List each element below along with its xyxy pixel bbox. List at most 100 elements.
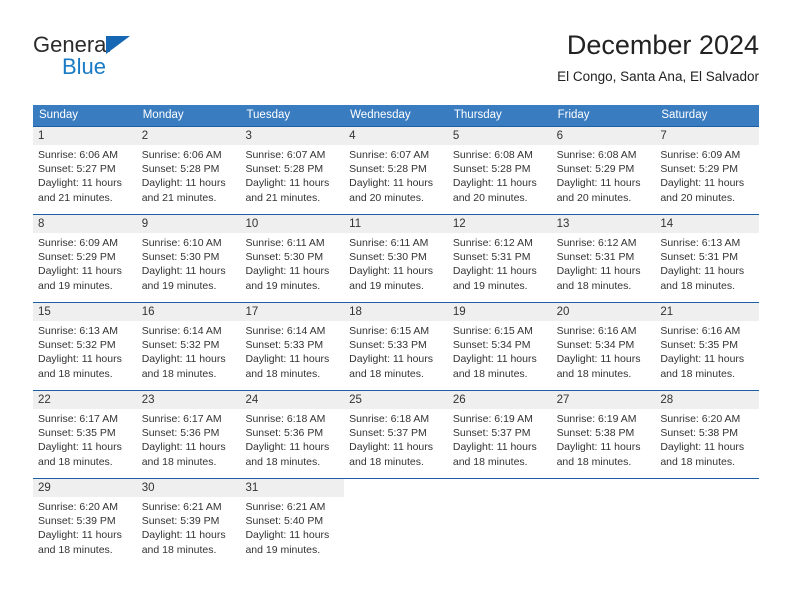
- daylight-text-line2: and 20 minutes.: [349, 191, 424, 204]
- day-details: Sunrise: 6:13 AM Sunset: 5:31 PM Dayligh…: [655, 233, 759, 293]
- day-number: 9: [136, 215, 241, 233]
- day-cell[interactable]: 20 Sunrise: 6:16 AM Sunset: 5:34 PM Dayl…: [551, 303, 656, 390]
- day-cell[interactable]: 7 Sunrise: 6:09 AM Sunset: 5:29 PM Dayli…: [655, 127, 760, 214]
- sunrise-text: Sunrise: 6:17 AM: [38, 413, 118, 425]
- day-details: Sunrise: 6:11 AM Sunset: 5:30 PM Dayligh…: [240, 233, 344, 293]
- sunset-text: Sunset: 5:39 PM: [38, 515, 116, 528]
- day-details: Sunrise: 6:18 AM Sunset: 5:36 PM Dayligh…: [240, 409, 344, 469]
- weekday-header-monday: Monday: [142, 109, 184, 121]
- day-cell[interactable]: 30 Sunrise: 6:21 AM Sunset: 5:39 PM Dayl…: [136, 479, 241, 566]
- daylight-text-line1: Daylight: 11 hours: [349, 177, 434, 190]
- daylight-text-line1: Daylight: 11 hours: [349, 265, 434, 278]
- day-cell[interactable]: 17 Sunrise: 6:14 AM Sunset: 5:33 PM Dayl…: [240, 303, 345, 390]
- day-cell[interactable]: 13 Sunrise: 6:12 AM Sunset: 5:31 PM Dayl…: [551, 215, 656, 302]
- day-number: [344, 479, 448, 497]
- day-number: 16: [136, 303, 241, 321]
- day-cell[interactable]: 11 Sunrise: 6:11 AM Sunset: 5:30 PM Dayl…: [344, 215, 448, 302]
- sunrise-text: Sunrise: 6:09 AM: [38, 237, 118, 249]
- week-row: 22 Sunrise: 6:17 AM Sunset: 5:35 PM Dayl…: [33, 390, 760, 478]
- daylight-text-line2: and 18 minutes.: [349, 367, 424, 380]
- day-details: Sunrise: 6:15 AM Sunset: 5:34 PM Dayligh…: [448, 321, 552, 381]
- daylight-text-line1: Daylight: 11 hours: [141, 529, 226, 542]
- day-details: Sunrise: 6:15 AM Sunset: 5:33 PM Dayligh…: [344, 321, 448, 381]
- day-number: 20: [551, 303, 656, 321]
- day-cell[interactable]: 6 Sunrise: 6:08 AM Sunset: 5:29 PM Dayli…: [551, 127, 656, 214]
- sunrise-text: Sunrise: 6:12 AM: [556, 237, 637, 249]
- day-details: Sunrise: 6:06 AM Sunset: 5:28 PM Dayligh…: [137, 145, 241, 205]
- day-cell[interactable]: 8 Sunrise: 6:09 AM Sunset: 5:29 PM Dayli…: [33, 215, 137, 302]
- day-cell[interactable]: 18 Sunrise: 6:15 AM Sunset: 5:33 PM Dayl…: [344, 303, 448, 390]
- daylight-text-line1: Daylight: 11 hours: [141, 441, 226, 454]
- day-cell[interactable]: 19 Sunrise: 6:15 AM Sunset: 5:34 PM Dayl…: [447, 303, 552, 390]
- daylight-text-line1: Daylight: 11 hours: [660, 353, 745, 366]
- sunset-text: Sunset: 5:36 PM: [141, 427, 220, 440]
- day-cell[interactable]: 22 Sunrise: 6:17 AM Sunset: 5:35 PM Dayl…: [33, 391, 137, 478]
- day-details: Sunrise: 6:17 AM Sunset: 5:36 PM Dayligh…: [137, 409, 241, 469]
- sunset-text: Sunset: 5:38 PM: [556, 427, 635, 440]
- daylight-text-line2: and 19 minutes.: [245, 543, 321, 556]
- day-cell[interactable]: 28 Sunrise: 6:20 AM Sunset: 5:38 PM Dayl…: [655, 391, 760, 478]
- day-number: 8: [33, 215, 137, 233]
- sunset-text: Sunset: 5:33 PM: [349, 339, 427, 352]
- daylight-text-line1: Daylight: 11 hours: [452, 265, 537, 278]
- day-details: Sunrise: 6:07 AM Sunset: 5:28 PM Dayligh…: [344, 145, 448, 205]
- day-cell[interactable]: 23 Sunrise: 6:17 AM Sunset: 5:36 PM Dayl…: [136, 391, 241, 478]
- weekday-header-row: Sunday Monday Tuesday Wednesday Thursday…: [33, 105, 759, 126]
- day-cell[interactable]: 4 Sunrise: 6:07 AM Sunset: 5:28 PM Dayli…: [344, 127, 448, 214]
- daylight-text-line2: and 18 minutes.: [660, 455, 736, 468]
- daylight-text-line1: Daylight: 11 hours: [38, 265, 122, 278]
- sunrise-text: Sunrise: 6:21 AM: [245, 501, 326, 513]
- day-cell[interactable]: 10 Sunrise: 6:11 AM Sunset: 5:30 PM Dayl…: [240, 215, 345, 302]
- day-cell[interactable]: 12 Sunrise: 6:12 AM Sunset: 5:31 PM Dayl…: [447, 215, 552, 302]
- day-cell[interactable]: 14 Sunrise: 6:13 AM Sunset: 5:31 PM Dayl…: [655, 215, 760, 302]
- day-details: Sunrise: 6:21 AM Sunset: 5:39 PM Dayligh…: [137, 497, 241, 557]
- day-cell[interactable]: 1 Sunrise: 6:06 AM Sunset: 5:27 PM Dayli…: [33, 127, 137, 214]
- daylight-text-line2: and 18 minutes.: [245, 455, 321, 468]
- sunrise-text: Sunrise: 6:19 AM: [452, 413, 533, 425]
- day-details: Sunrise: 6:21 AM Sunset: 5:40 PM Dayligh…: [240, 497, 344, 557]
- day-number: 14: [655, 215, 760, 233]
- general-blue-logo[interactable]: General Blue: [33, 32, 233, 88]
- weekday-header-wednesday: Wednesday: [350, 109, 411, 121]
- day-details: Sunrise: 6:13 AM Sunset: 5:32 PM Dayligh…: [33, 321, 137, 381]
- day-number: 29: [33, 479, 137, 497]
- day-number: 1: [33, 127, 137, 145]
- day-cell[interactable]: 31 Sunrise: 6:21 AM Sunset: 5:40 PM Dayl…: [240, 479, 345, 566]
- daylight-text-line1: Daylight: 11 hours: [660, 265, 745, 278]
- day-number: [552, 479, 656, 497]
- sunset-text: Sunset: 5:37 PM: [349, 427, 427, 440]
- sunset-text: Sunset: 5:29 PM: [556, 163, 635, 176]
- day-cell[interactable]: 27 Sunrise: 6:19 AM Sunset: 5:38 PM Dayl…: [551, 391, 656, 478]
- week-row: 29 Sunrise: 6:20 AM Sunset: 5:39 PM Dayl…: [33, 478, 759, 566]
- day-cell[interactable]: 16 Sunrise: 6:14 AM Sunset: 5:32 PM Dayl…: [136, 303, 241, 390]
- day-cell[interactable]: 21 Sunrise: 6:16 AM Sunset: 5:35 PM Dayl…: [655, 303, 760, 390]
- day-details: Sunrise: 6:17 AM Sunset: 5:35 PM Dayligh…: [33, 409, 137, 469]
- daylight-text-line2: and 18 minutes.: [556, 279, 632, 292]
- day-cell-empty: [655, 479, 759, 566]
- day-cell[interactable]: 24 Sunrise: 6:18 AM Sunset: 5:36 PM Dayl…: [240, 391, 345, 478]
- day-number: 21: [655, 303, 760, 321]
- day-cell[interactable]: 3 Sunrise: 6:07 AM Sunset: 5:28 PM Dayli…: [240, 127, 345, 214]
- day-cell[interactable]: 2 Sunrise: 6:06 AM Sunset: 5:28 PM Dayli…: [136, 127, 241, 214]
- day-number: 3: [240, 127, 345, 145]
- sunset-text: Sunset: 5:30 PM: [349, 251, 427, 264]
- daylight-text-line1: Daylight: 11 hours: [556, 265, 641, 278]
- day-cell[interactable]: 26 Sunrise: 6:19 AM Sunset: 5:37 PM Dayl…: [447, 391, 552, 478]
- daylight-text-line1: Daylight: 11 hours: [556, 177, 641, 190]
- daylight-text-line1: Daylight: 11 hours: [38, 529, 122, 542]
- day-cell[interactable]: 29 Sunrise: 6:20 AM Sunset: 5:39 PM Dayl…: [33, 479, 137, 566]
- weekday-header-sunday: Sunday: [39, 109, 79, 121]
- day-cell[interactable]: 5 Sunrise: 6:08 AM Sunset: 5:28 PM Dayli…: [447, 127, 552, 214]
- sunset-text: Sunset: 5:31 PM: [556, 251, 635, 264]
- day-cell[interactable]: 15 Sunrise: 6:13 AM Sunset: 5:32 PM Dayl…: [33, 303, 137, 390]
- sunset-text: Sunset: 5:34 PM: [452, 339, 531, 352]
- daylight-text-line2: and 18 minutes.: [556, 367, 632, 380]
- daylight-text-line2: and 18 minutes.: [141, 455, 217, 468]
- daylight-text-line1: Daylight: 11 hours: [245, 177, 330, 190]
- day-details: Sunrise: 6:08 AM Sunset: 5:28 PM Dayligh…: [448, 145, 552, 205]
- day-cell[interactable]: 9 Sunrise: 6:10 AM Sunset: 5:30 PM Dayli…: [136, 215, 241, 302]
- day-cell[interactable]: 25 Sunrise: 6:18 AM Sunset: 5:37 PM Dayl…: [344, 391, 448, 478]
- daylight-text-line1: Daylight: 11 hours: [660, 177, 745, 190]
- day-details: Sunrise: 6:11 AM Sunset: 5:30 PM Dayligh…: [344, 233, 448, 293]
- day-details: Sunrise: 6:16 AM Sunset: 5:35 PM Dayligh…: [655, 321, 759, 381]
